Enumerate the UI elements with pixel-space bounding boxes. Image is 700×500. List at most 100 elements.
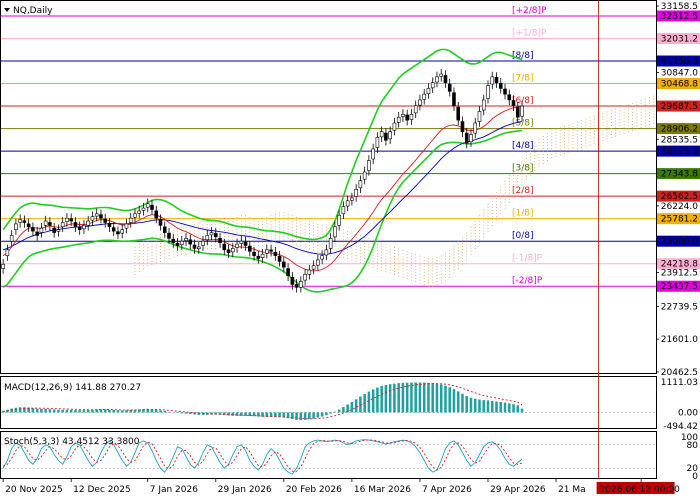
x-tick-label: 20 Feb 2026 <box>286 485 342 495</box>
candle-body <box>498 82 503 89</box>
candle-body <box>120 229 125 234</box>
candle-body <box>490 76 495 85</box>
stoch-label: Stoch(5,3,3) <box>4 437 59 447</box>
candle-body <box>320 255 324 260</box>
murrey-label-2: [8/8] <box>512 51 534 61</box>
candle-body <box>31 227 35 232</box>
candle-body <box>107 223 112 228</box>
candle-body <box>162 226 167 233</box>
murrey-label-10: [0/8] <box>512 231 534 241</box>
macd-main-value: 141.88 <box>75 383 107 393</box>
candle-body <box>175 242 180 246</box>
candle-body <box>464 132 469 144</box>
stoch-d-value: 33.3800 <box>102 437 139 447</box>
chart-window: [+2/8]P [+1/8]P [8/8] [7/8] [6/8] [5/8] [4/8][… <box>0 0 700 500</box>
candle-body <box>290 276 295 285</box>
candle-body <box>218 238 222 243</box>
candle-body <box>222 243 227 251</box>
murrey-label-11: [-1/8]P <box>512 254 543 264</box>
svg-text:MACD(12,26,9): MACD(12,26,9) 141.88 270.27 <box>4 383 141 393</box>
candle-body <box>362 171 367 180</box>
candle-body <box>307 269 312 275</box>
candle-body <box>103 218 107 223</box>
y-tick-label: 25000.0 <box>661 237 698 247</box>
candle-body <box>231 248 235 253</box>
macd-y-tick-label: 1111.03 <box>661 378 698 388</box>
macd-label: MACD(12,26,9) <box>4 383 72 393</box>
candle-body <box>171 238 176 243</box>
x-tick-label: 16 Mar 2026 <box>354 485 411 495</box>
candle-body <box>371 148 375 160</box>
candle-body <box>396 116 401 123</box>
candle-body <box>243 241 248 246</box>
candle-body <box>260 253 265 258</box>
x-tick-label: 29 Apr 2026 <box>490 485 546 495</box>
candle-body <box>137 210 142 214</box>
candle-body <box>507 94 512 101</box>
candle-body <box>150 204 154 210</box>
candle-body <box>439 73 443 77</box>
candle-body <box>282 261 286 268</box>
candle-body <box>256 255 261 259</box>
candle-body <box>196 246 201 249</box>
candle-body <box>192 244 197 249</box>
candle-body <box>277 255 282 262</box>
candle-body <box>82 225 86 230</box>
candle-body <box>473 122 478 134</box>
candle-body <box>65 217 69 222</box>
candle-body <box>456 106 461 121</box>
candle-body <box>511 100 516 107</box>
y-tick-label: 22739.5 <box>661 302 698 312</box>
candle-body <box>265 249 269 254</box>
candle-body <box>205 235 210 241</box>
candle-body <box>35 231 39 236</box>
candle-body <box>311 265 316 270</box>
y-tick-label: 25781.2 <box>661 215 698 225</box>
candle-body <box>158 219 163 226</box>
macd-title-group: MACD(12,26,9) 141.88 270.27 <box>4 383 141 393</box>
candle-body <box>116 231 120 235</box>
candle-body <box>145 203 150 208</box>
candle-body <box>14 223 18 230</box>
candle-body <box>303 274 307 281</box>
candle-body <box>99 214 103 219</box>
y-tick-label: 32812.5 <box>661 12 698 22</box>
candle-body <box>392 122 397 131</box>
candle-body <box>9 235 14 242</box>
murrey-label-0: [+2/8]P <box>512 6 547 16</box>
y-tick-label: 23437.5 <box>661 282 698 292</box>
candle-body <box>328 238 333 249</box>
candle-body <box>239 240 244 244</box>
candle-body <box>43 220 48 226</box>
candle-body <box>435 76 439 83</box>
candle-body <box>141 207 146 211</box>
macd-y-tick-label: 0.00 <box>678 408 698 418</box>
y-tick-label: 28125.0 <box>661 147 698 157</box>
murrey-label-8: [2/8] <box>512 186 534 196</box>
candle-body <box>405 114 409 121</box>
murrey-label-12: [-2/8]P <box>512 276 543 286</box>
candle-body <box>354 189 358 197</box>
x-tick-label: 21 Ma <box>558 485 586 495</box>
candle-body <box>452 92 456 107</box>
candle-body <box>469 134 473 143</box>
candle-body <box>26 223 31 228</box>
murrey-label-9: [1/8] <box>512 209 534 219</box>
macd-y-tick-label: -494.42 <box>663 422 698 432</box>
y-tick-label: 30847.0 <box>661 69 698 79</box>
candle-body <box>294 284 299 288</box>
candle-body <box>367 160 371 171</box>
x-tick-label: 20 Nov 2025 <box>5 485 63 495</box>
candle-body <box>184 238 188 241</box>
candle-body <box>333 226 337 238</box>
svg-text:Stoch(5,3,3): Stoch(5,3,3) 43.4512 33.3800 <box>4 437 140 447</box>
candle-body <box>77 226 82 230</box>
candle-body <box>201 240 205 246</box>
candle-body <box>18 219 22 223</box>
candle-body <box>350 197 354 201</box>
y-tick-label: 31250.0 <box>661 57 698 67</box>
candle-body <box>69 218 73 222</box>
candle-body <box>299 281 303 288</box>
candle-body <box>1 263 5 269</box>
candle-body <box>324 249 329 256</box>
